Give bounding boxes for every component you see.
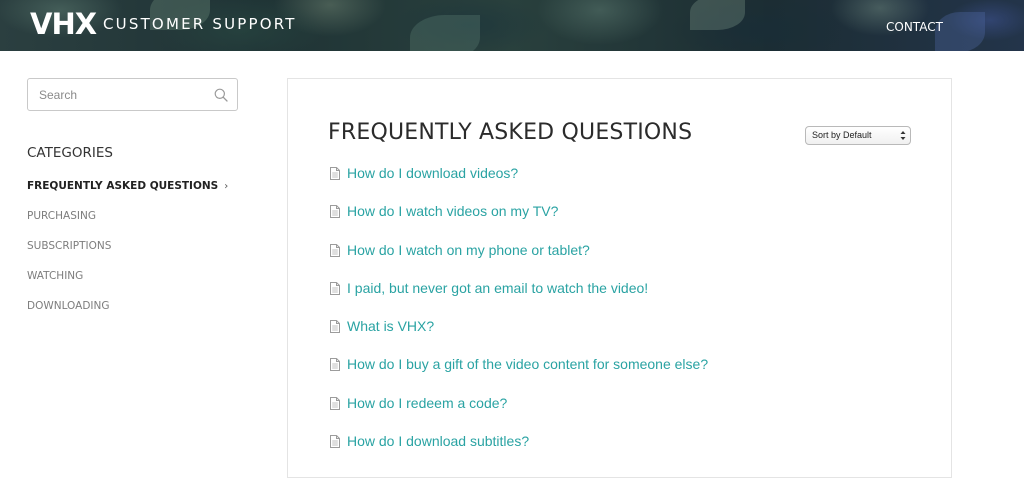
search-box	[27, 78, 238, 111]
header-banner: VHX CUSTOMER SUPPORT CONTACT	[0, 0, 1024, 51]
document-icon	[330, 243, 340, 257]
list-item: How do I download videos?	[330, 164, 708, 202]
category-list: FREQUENTLY ASKED QUESTIONS › PURCHASING S…	[27, 178, 228, 328]
list-item: I paid, but never got an email to watch …	[330, 279, 708, 317]
site-subtitle: CUSTOMER SUPPORT	[103, 15, 297, 33]
banner-foliage	[690, 0, 745, 30]
article-list: How do I download videos? How do I watch…	[330, 164, 708, 470]
list-item: How do I watch on my phone or tablet?	[330, 241, 708, 279]
article-link[interactable]: How do I buy a gift of the video content…	[347, 355, 708, 374]
article-link[interactable]: How do I watch on my phone or tablet?	[347, 241, 590, 260]
document-icon	[330, 167, 340, 180]
document-icon	[330, 281, 340, 295]
list-item: How do I redeem a code?	[330, 394, 708, 432]
page-title: FREQUENTLY ASKED QUESTIONS	[328, 120, 693, 145]
article-link[interactable]: How do I watch videos on my TV?	[347, 202, 558, 221]
list-item: How do I download subtitles?	[330, 432, 708, 470]
list-item: What is VHX?	[330, 317, 708, 355]
document-icon	[330, 358, 340, 372]
contact-link[interactable]: CONTACT	[886, 19, 943, 35]
document-icon	[330, 320, 340, 334]
category-label: FREQUENTLY ASKED QUESTIONS	[27, 180, 219, 192]
select-arrows-icon	[900, 131, 906, 140]
category-item-downloading[interactable]: DOWNLOADING	[27, 298, 228, 328]
vhx-logo[interactable]: VHX	[30, 9, 97, 39]
document-icon	[330, 435, 340, 449]
sort-dropdown[interactable]: Sort by Default	[805, 126, 911, 145]
article-link[interactable]: I paid, but never got an email to watch …	[347, 279, 648, 298]
article-link[interactable]: How do I redeem a code?	[347, 394, 507, 413]
article-link[interactable]: How do I download videos?	[347, 164, 518, 183]
category-label: SUBSCRIPTIONS	[27, 240, 112, 252]
document-icon	[330, 205, 340, 219]
category-item-faq[interactable]: FREQUENTLY ASKED QUESTIONS ›	[27, 178, 228, 208]
category-label: PURCHASING	[27, 210, 96, 222]
category-item-watching[interactable]: WATCHING	[27, 268, 228, 298]
category-item-subscriptions[interactable]: SUBSCRIPTIONS	[27, 238, 228, 268]
category-item-purchasing[interactable]: PURCHASING	[27, 208, 228, 238]
chevron-right-icon: ›	[224, 181, 229, 192]
list-item: How do I buy a gift of the video content…	[330, 355, 708, 393]
categories-heading: CATEGORIES	[27, 145, 113, 161]
category-label: DOWNLOADING	[27, 300, 110, 312]
sort-selected-value: Sort by Default	[812, 130, 872, 140]
article-link[interactable]: What is VHX?	[347, 317, 434, 336]
banner-foliage	[410, 15, 480, 51]
category-label: WATCHING	[27, 270, 84, 282]
document-icon	[330, 396, 340, 410]
search-icon[interactable]	[214, 88, 228, 102]
list-item: How do I watch videos on my TV?	[330, 202, 708, 240]
article-link[interactable]: How do I download subtitles?	[347, 432, 529, 451]
search-input[interactable]	[28, 79, 219, 110]
